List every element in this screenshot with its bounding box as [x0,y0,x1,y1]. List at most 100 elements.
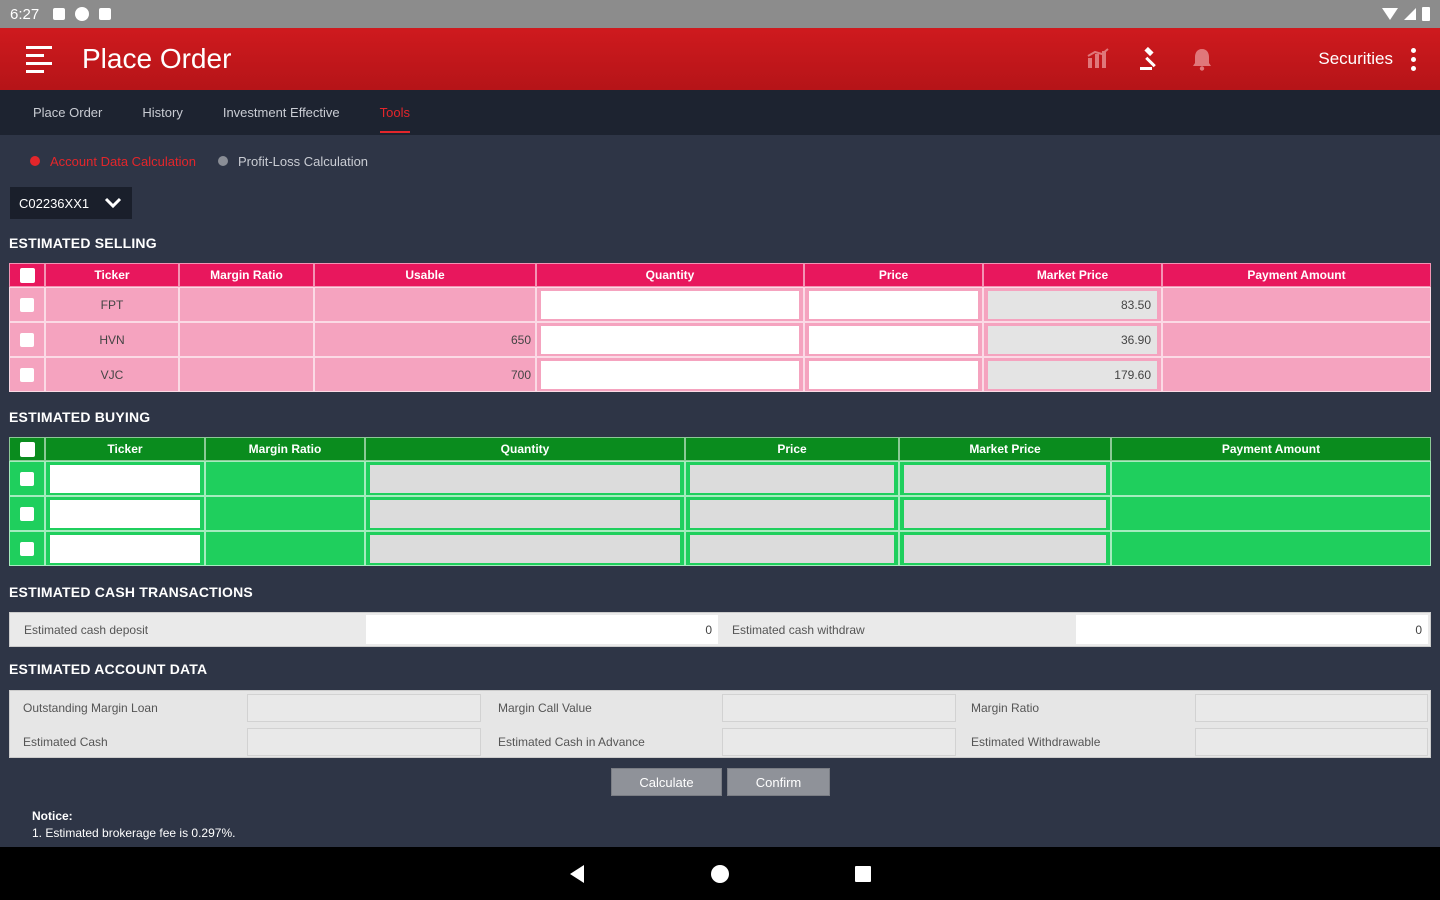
signal-icon [1404,8,1416,20]
buying-section-title: ESTIMATED BUYING [9,409,151,425]
payment-amount-cell [1162,287,1431,322]
chart-icon[interactable] [1084,45,1112,73]
tab-place-order[interactable]: Place Order [33,90,102,135]
tab-investment-effective[interactable]: Investment Effective [223,90,340,135]
table-row: HVN 650 [9,322,1431,357]
payment-amount-cell [1111,461,1431,496]
account-data-panel: Outstanding Margin Loan Margin Call Valu… [9,690,1431,758]
payment-amount-cell [1162,322,1431,357]
market-price-field [988,325,1157,354]
outstanding-margin-loan-label: Outstanding Margin Loan [23,701,158,715]
market-price-field [988,360,1157,389]
notice-line: 1. Estimated brokerage fee is 0.297%. [32,826,236,840]
price-input[interactable] [690,464,894,493]
home-icon[interactable] [710,864,730,884]
app-bar: Place Order Securities [0,28,1440,90]
margin-ratio-cell [179,322,314,357]
page-title: Place Order [82,43,232,74]
col-market-price: Market Price [899,437,1111,461]
ticker-input[interactable] [50,464,200,493]
row-checkbox[interactable] [20,332,34,347]
margin-ratio-cell [205,461,365,496]
select-all-header [9,263,45,287]
select-all-checkbox[interactable] [19,267,35,283]
gavel-icon[interactable] [1136,45,1164,73]
col-payment-amount: Payment Amount [1162,263,1431,287]
table-row: VJC 700 [9,357,1431,392]
radio-dot-icon [217,156,228,166]
estimated-cash-advance-value [722,728,956,756]
radio-profit-loss-calculation[interactable]: Profit-Loss Calculation [217,153,369,169]
tab-history[interactable]: History [142,90,182,135]
calculate-button[interactable]: Calculate [611,768,722,796]
price-input[interactable] [690,499,894,528]
row-checkbox[interactable] [20,367,34,382]
recents-icon[interactable] [854,865,872,883]
margin-ratio-cell [205,496,365,531]
radio-label: Profit-Loss Calculation [237,153,369,169]
sd-card-icon [99,8,112,20]
col-price: Price [804,263,983,287]
selling-table: Ticker Margin Ratio Usable Quantity Pric… [9,263,1431,392]
margin-ratio-cell [205,531,365,566]
estimated-cash-label: Estimated Cash [23,735,108,749]
cash-withdraw-input[interactable]: 0 [1076,615,1428,644]
outstanding-margin-loan-value [247,694,481,722]
quantity-input[interactable] [370,464,680,493]
menu-icon[interactable] [26,45,52,73]
margin-ratio-cell [179,357,314,392]
cash-transactions-row: Estimated cash deposit 0 Estimated cash … [9,612,1431,647]
row-checkbox[interactable] [20,471,34,486]
back-icon[interactable] [568,864,586,884]
col-margin-ratio: Margin Ratio [205,437,365,461]
battery-icon [1422,7,1430,21]
quantity-input[interactable] [541,325,799,354]
margin-call-value-value [722,694,956,722]
col-ticker: Ticker [45,437,205,461]
table-row [9,531,1431,566]
notice: Notice: 1. Estimated brokerage fee is 0.… [32,808,235,842]
margin-ratio-label: Margin Ratio [971,701,1040,715]
account-select[interactable]: C02236XX1 [10,187,132,219]
price-input[interactable] [809,325,978,354]
col-quantity: Quantity [536,263,804,287]
cash-deposit-input[interactable]: 0 [366,615,718,644]
confirm-button[interactable]: Confirm [727,768,830,796]
price-input[interactable] [809,360,978,389]
tab-tools[interactable]: Tools [379,90,411,135]
cash-deposit-label: Estimated cash deposit [24,622,149,637]
main-tabs: Place Order History Investment Effective… [0,90,1440,135]
payment-amount-cell [1111,531,1431,566]
buying-table: Ticker Margin Ratio Quantity Price Marke… [9,437,1431,566]
table-row: FPT [9,287,1431,322]
price-input[interactable] [809,290,978,319]
col-quantity: Quantity [365,437,685,461]
securities-menu[interactable]: Securities [1318,49,1393,69]
quantity-input[interactable] [370,499,680,528]
ticker-input[interactable] [50,499,200,528]
row-checkbox[interactable] [20,297,34,312]
price-input[interactable] [690,534,894,563]
table-row [9,461,1431,496]
payment-amount-cell [1111,496,1431,531]
ticker-input[interactable] [50,534,200,563]
account-data-section-title: ESTIMATED ACCOUNT DATA [9,661,208,677]
quantity-input[interactable] [370,534,680,563]
radio-label: Account Data Calculation [50,153,196,169]
quantity-input[interactable] [541,360,799,389]
margin-call-value-label: Margin Call Value [498,701,592,715]
calculation-type-selector: Account Data Calculation Profit-Loss Cal… [30,152,390,170]
radio-dot-icon [30,156,40,166]
system-nav-bar [0,847,1440,900]
row-checkbox[interactable] [20,506,34,521]
notice-title: Notice: [32,809,73,823]
select-all-checkbox[interactable] [19,441,35,457]
quantity-input[interactable] [541,290,799,319]
market-price-field [904,499,1106,528]
bell-icon[interactable] [1188,45,1216,73]
more-options-icon[interactable] [1411,47,1416,71]
status-time: 6:27 [10,5,40,23]
ticker-cell: FPT [45,287,179,322]
radio-account-data-calculation[interactable]: Account Data Calculation [30,154,196,169]
row-checkbox[interactable] [20,541,34,556]
